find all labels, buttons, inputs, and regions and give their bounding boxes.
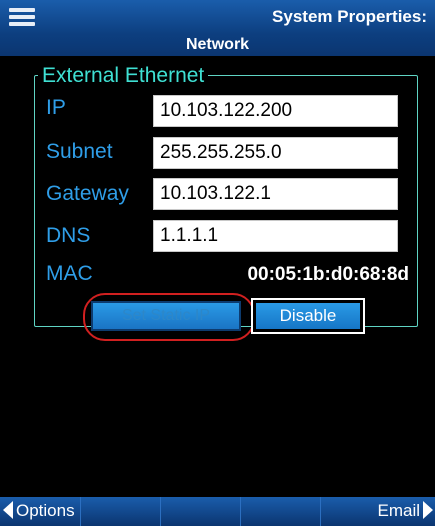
footer-divider [160, 497, 161, 526]
chevron-right-icon [423, 501, 433, 519]
mac-label: MAC [46, 262, 93, 285]
footer-divider [80, 497, 81, 526]
header-bar: System Properties: Network [0, 0, 435, 56]
page-subtitle: Network [185, 36, 250, 53]
highlight-circle [83, 293, 255, 341]
disable-button[interactable]: Disable [251, 298, 365, 334]
ip-label: IP [46, 96, 66, 119]
main-content: External Ethernet IP 10.103.122.200 Subn… [0, 56, 435, 497]
mac-value: 00:05:1b:d0:68:8d [247, 264, 409, 285]
footer-divider [240, 497, 241, 526]
external-ethernet-group: External Ethernet IP 10.103.122.200 Subn… [34, 64, 418, 341]
footer-bar: Options Email [0, 497, 435, 526]
hamburger-menu-icon[interactable] [9, 8, 35, 26]
email-label: Email [377, 501, 420, 520]
email-button[interactable]: Email [377, 501, 433, 521]
gateway-label: Gateway [46, 182, 129, 205]
ip-field[interactable]: 10.103.122.200 [153, 95, 398, 127]
subnet-field[interactable]: 255.255.255.0 [153, 137, 398, 169]
subnet-label: Subnet [46, 140, 113, 163]
page-title: System Properties: [272, 7, 427, 26]
group-legend: External Ethernet [38, 64, 209, 88]
footer-divider [320, 497, 321, 526]
options-label: Options [16, 501, 75, 520]
dns-label: DNS [46, 224, 91, 247]
dns-field[interactable]: 1.1.1.1 [153, 220, 398, 252]
options-button[interactable]: Options [0, 501, 75, 521]
chevron-left-icon [3, 501, 13, 519]
gateway-field[interactable]: 10.103.122.1 [153, 178, 398, 210]
